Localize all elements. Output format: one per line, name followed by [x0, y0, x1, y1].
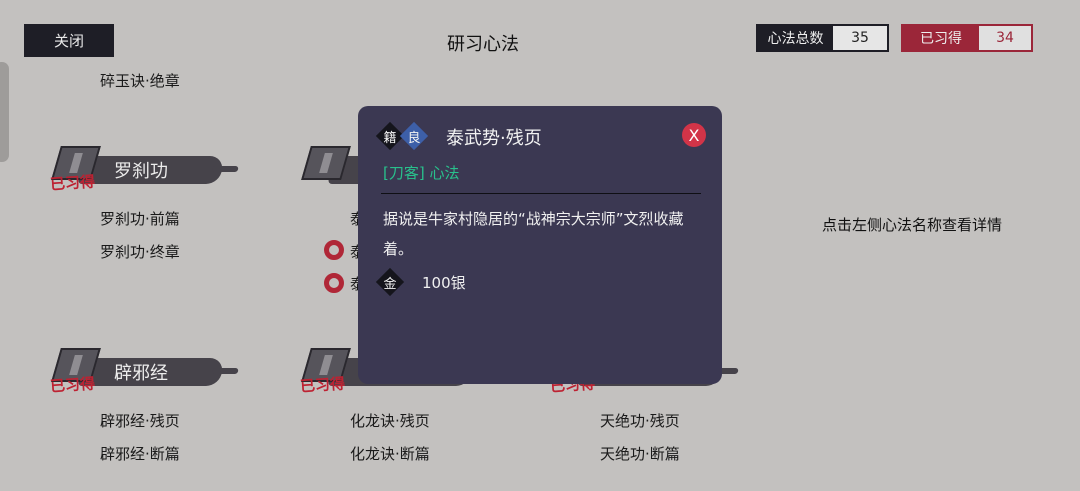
- list-item[interactable]: 罗刹功·前篇: [100, 208, 180, 229]
- skill-group-name: 罗刹功: [114, 161, 168, 182]
- learned-stamp: 已习得: [299, 374, 346, 396]
- item-detail-popup: 籍 良 泰武势·残页 X [刀客] 心法 据说是牛家村隐居的“战神宗大宗师”文烈…: [358, 106, 722, 384]
- total-counter-value: 35: [833, 26, 887, 50]
- total-counter-label: 心法总数: [758, 26, 833, 50]
- skill-group-header[interactable]: 罗刹功 已习得: [48, 146, 228, 198]
- item-price: 100银: [422, 274, 466, 292]
- list-item[interactable]: 天绝功·断篇: [600, 443, 680, 464]
- divider: [381, 193, 701, 194]
- learned-stamp: 已习得: [49, 172, 96, 194]
- learned-stamp: 已习得: [49, 374, 96, 396]
- unlearned-ring-icon: [324, 273, 344, 293]
- skill-group-name: 辟邪经: [114, 363, 168, 384]
- list-item[interactable]: 天绝功·残页: [600, 410, 680, 431]
- type-badge-label: 籍: [383, 130, 397, 146]
- side-drawer-handle[interactable]: [0, 62, 9, 162]
- skill-group-header[interactable]: 辟邪经 已习得: [48, 348, 228, 400]
- gold-icon-label: 金: [383, 276, 397, 292]
- detail-hint: 点击左侧心法名称查看详情: [822, 216, 1003, 234]
- quality-badge-label: 良: [407, 130, 421, 146]
- list-item[interactable]: 辟邪经·断篇: [100, 443, 180, 464]
- popup-close-button[interactable]: X: [682, 123, 706, 147]
- list-item[interactable]: 辟邪经·残页: [100, 410, 180, 431]
- owned-counter: 已习得 34: [901, 24, 1033, 52]
- item-description: 据说是牛家村隐居的“战神宗大宗师”文烈收藏着。: [383, 210, 684, 258]
- item-name: 泰武势·残页: [446, 128, 542, 149]
- list-item[interactable]: 化龙诀·断篇: [350, 443, 430, 464]
- list-item[interactable]: 碎玉诀·绝章: [100, 70, 180, 91]
- list-item[interactable]: 化龙诀·残页: [350, 410, 430, 431]
- owned-counter-label: 已习得: [903, 26, 979, 50]
- unlearned-ring-icon: [324, 240, 344, 260]
- total-counter: 心法总数 35: [756, 24, 889, 52]
- item-category: [刀客] 心法: [383, 164, 460, 182]
- list-item[interactable]: 罗刹功·终章: [100, 241, 180, 262]
- owned-counter-value: 34: [979, 26, 1031, 50]
